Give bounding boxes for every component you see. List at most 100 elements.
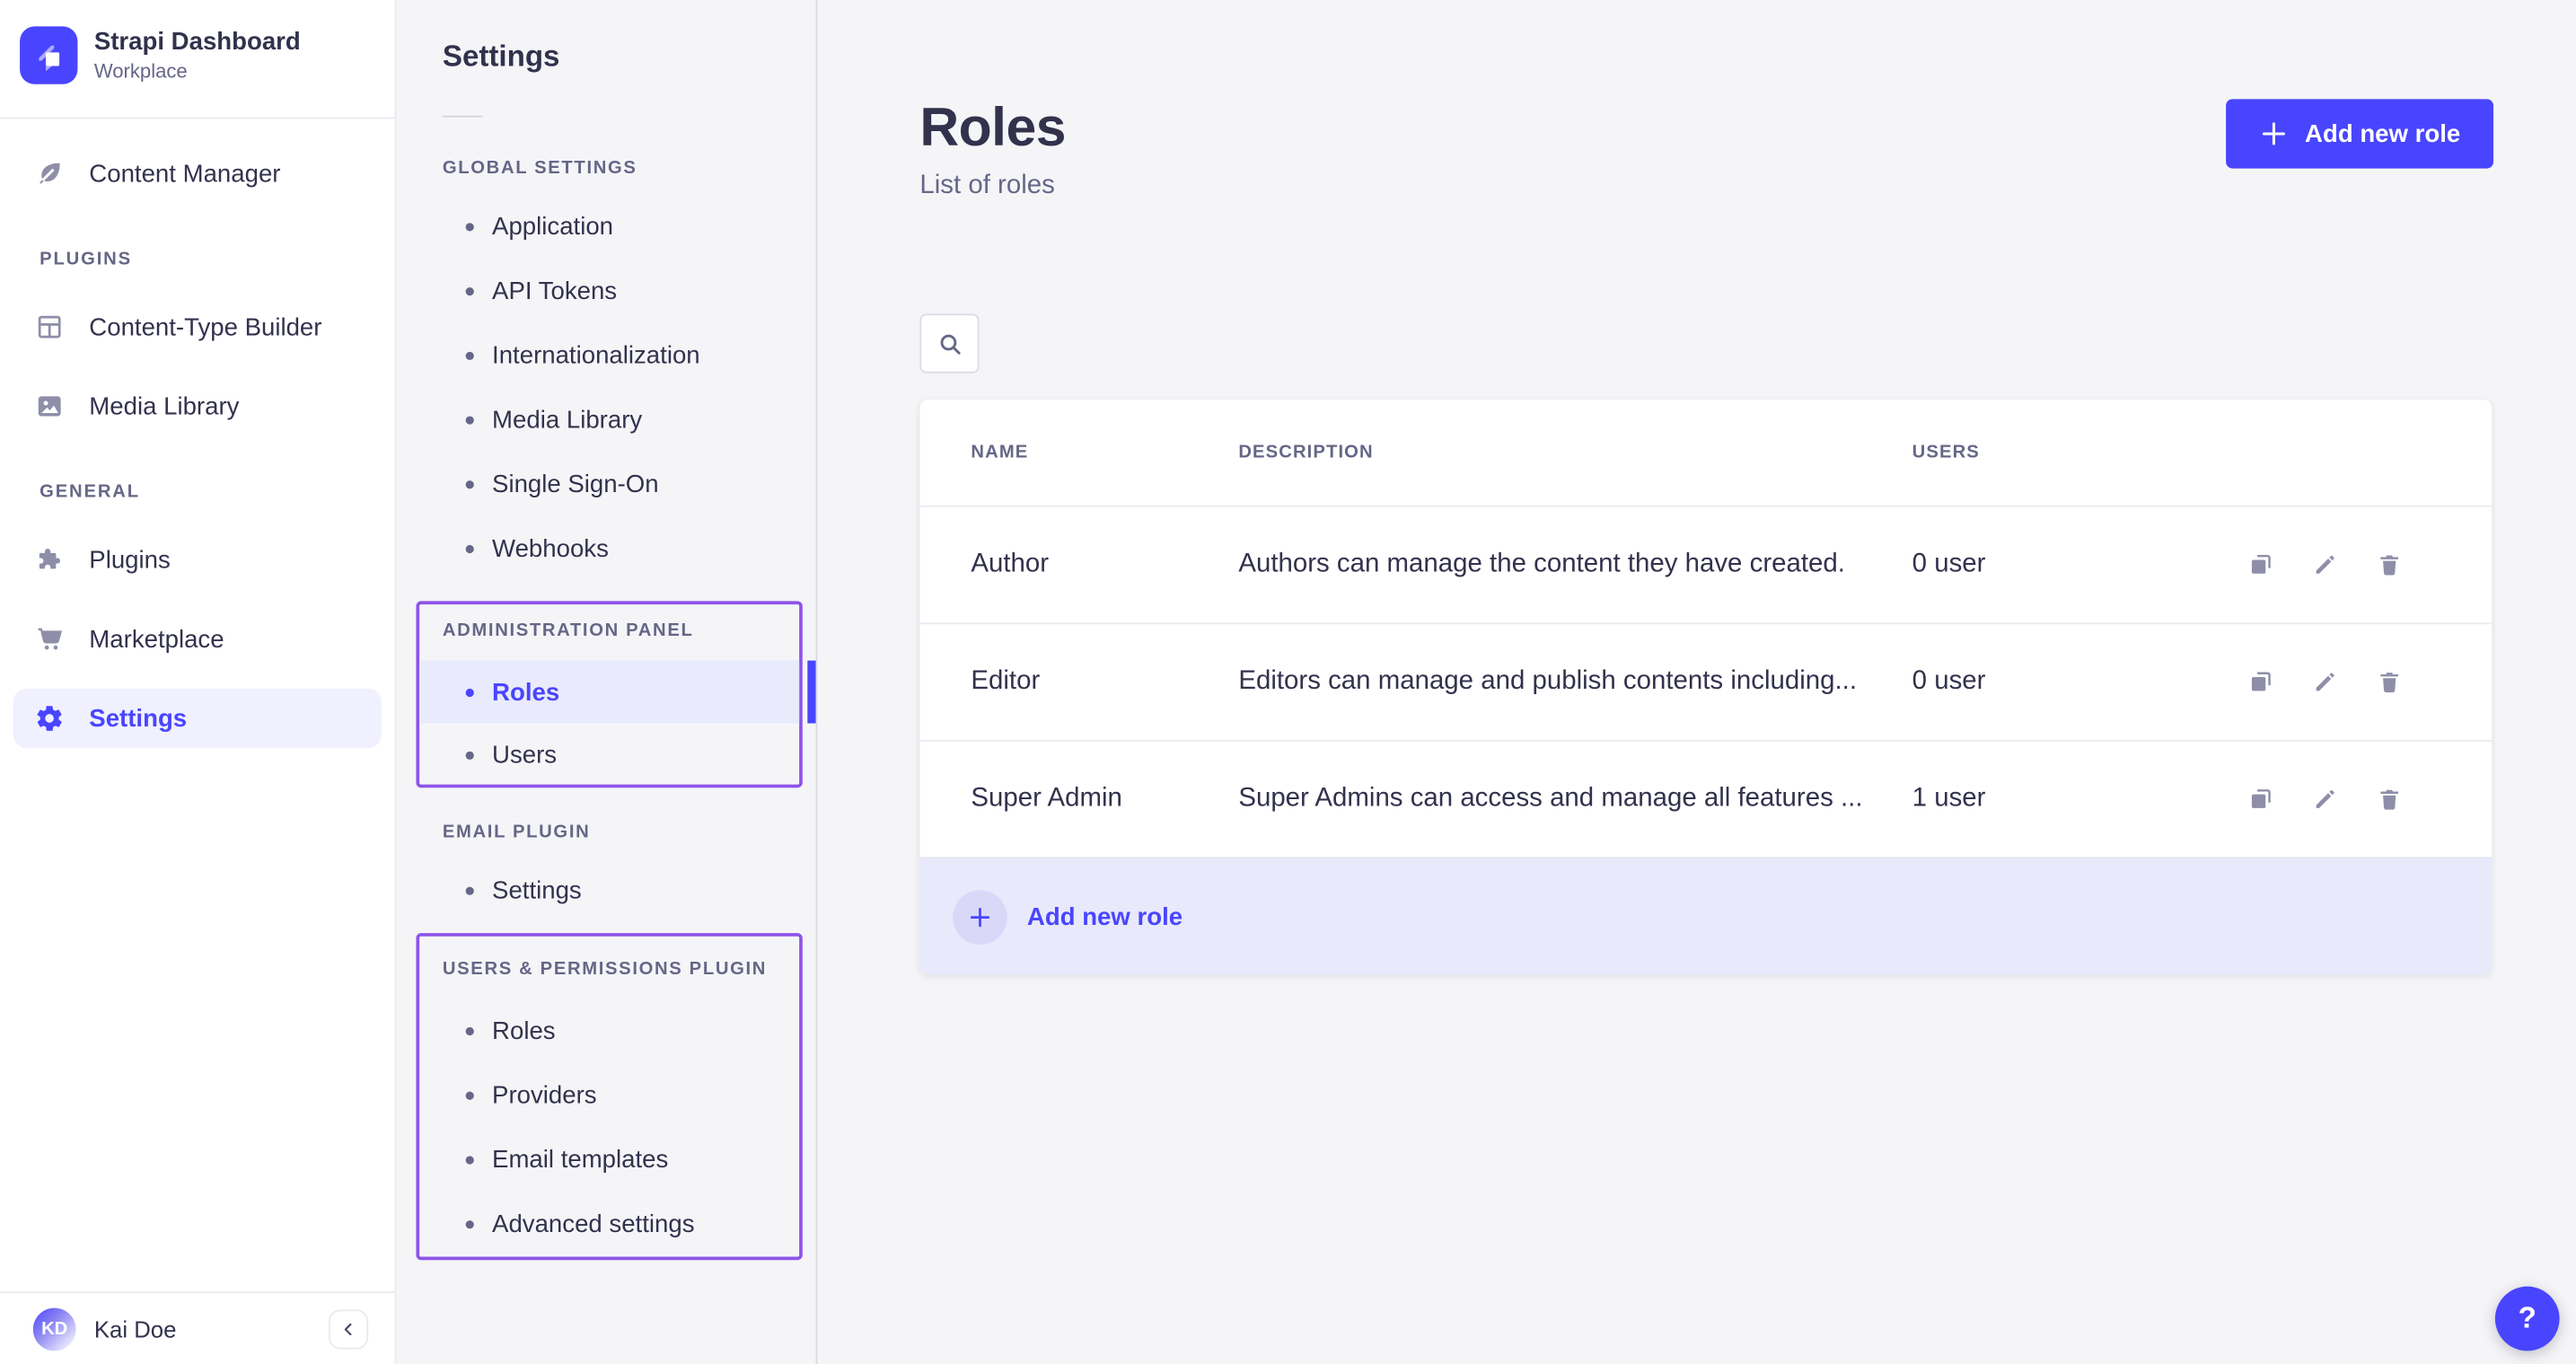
nav-item-label: Plugins bbox=[89, 546, 170, 574]
role-users-count: 1 user bbox=[1912, 785, 2247, 814]
nav-item-plugins[interactable]: Plugins bbox=[0, 530, 395, 589]
nav-item-content-manager[interactable]: Content Manager bbox=[0, 144, 395, 203]
edit-button[interactable] bbox=[2312, 551, 2338, 577]
column-header-users: USERS bbox=[1912, 443, 2403, 462]
sidebar-footer: KD Kai Doe bbox=[0, 1291, 395, 1364]
nav-section-plugins: PLUGINS bbox=[0, 250, 395, 271]
table-row-super-admin[interactable]: Super Admin Super Admins can access and … bbox=[919, 740, 2492, 858]
subnav-item-users[interactable]: Users bbox=[419, 724, 799, 787]
chevron-left-icon bbox=[338, 1319, 358, 1339]
active-nav-indicator bbox=[807, 661, 815, 724]
role-users-count: 0 user bbox=[1912, 667, 2247, 697]
role-description: Super Admins can access and manage all f… bbox=[1238, 785, 1912, 814]
bullet-icon bbox=[466, 416, 474, 424]
edit-button[interactable] bbox=[2312, 786, 2338, 812]
bullet-icon bbox=[466, 1220, 474, 1228]
bullet-icon bbox=[466, 480, 474, 488]
duplicate-button[interactable] bbox=[2247, 669, 2273, 695]
table-row-editor[interactable]: Editor Editors can manage and publish co… bbox=[919, 622, 2492, 740]
page-title: Roles bbox=[919, 96, 1066, 159]
nav-item-marketplace[interactable]: Marketplace bbox=[0, 610, 395, 669]
bullet-icon bbox=[466, 352, 474, 360]
section-label: GLOBAL SETTINGS bbox=[396, 159, 815, 180]
nav-item-content-type-builder[interactable]: Content-Type Builder bbox=[0, 297, 395, 356]
subnav-item-internationalization[interactable]: Internationalization bbox=[396, 323, 815, 388]
image-icon bbox=[35, 392, 65, 421]
delete-button[interactable] bbox=[2376, 551, 2402, 577]
subnav-item-single-sign-on[interactable]: Single Sign-On bbox=[396, 453, 815, 517]
main-content: Roles List of roles Add new role bbox=[819, 0, 2576, 1364]
bullet-icon bbox=[466, 223, 474, 231]
workspace-header[interactable]: Strapi Dashboard Workplace bbox=[0, 0, 395, 119]
plus-icon bbox=[2259, 119, 2289, 148]
nav-item-label: Content-Type Builder bbox=[89, 313, 321, 341]
bullet-icon bbox=[466, 545, 474, 553]
collapse-sidebar-button[interactable] bbox=[329, 1308, 368, 1348]
duplicate-button[interactable] bbox=[2247, 551, 2273, 577]
search-icon bbox=[936, 330, 963, 357]
puzzle-icon bbox=[35, 545, 65, 575]
subnav-item-email-templates[interactable]: Email templates bbox=[419, 1128, 799, 1192]
column-header-description: DESCRIPTION bbox=[1238, 443, 1912, 462]
delete-button[interactable] bbox=[2376, 669, 2402, 695]
nav-item-settings[interactable]: Settings bbox=[13, 689, 382, 748]
section-email-plugin: EMAIL PLUGIN Settings bbox=[396, 823, 815, 923]
nav-section-general: GENERAL bbox=[0, 482, 395, 504]
add-new-role-label: Add new role bbox=[1027, 902, 1182, 930]
column-header-name: NAME bbox=[971, 443, 1238, 462]
main-sidebar: Strapi Dashboard Workplace Content Manag… bbox=[0, 0, 396, 1364]
cart-icon bbox=[35, 624, 65, 654]
help-button[interactable]: ? bbox=[2495, 1287, 2560, 1351]
layout-icon bbox=[35, 312, 65, 342]
edit-button[interactable] bbox=[2312, 669, 2338, 695]
subnav-item-advanced-settings[interactable]: Advanced settings bbox=[419, 1192, 799, 1257]
table-footer-add-role[interactable]: Add new role bbox=[919, 857, 2492, 974]
app-title: Strapi Dashboard bbox=[94, 28, 301, 56]
bullet-icon bbox=[466, 688, 474, 696]
workspace-name: Workplace bbox=[94, 59, 301, 83]
divider bbox=[443, 116, 482, 118]
add-new-role-button[interactable]: Add new role bbox=[2226, 99, 2493, 168]
subnav-item-application[interactable]: Application bbox=[396, 195, 815, 260]
annotation-box-users-permissions-plugin: USERS & PERMISSIONS PLUGIN Roles Provide… bbox=[416, 933, 802, 1260]
bullet-icon bbox=[466, 751, 474, 759]
role-name: Editor bbox=[971, 667, 1238, 697]
strapi-dashboard: Strapi Dashboard Workplace Content Manag… bbox=[0, 0, 2576, 1364]
strapi-logo-icon bbox=[20, 26, 77, 84]
duplicate-button[interactable] bbox=[2247, 786, 2273, 812]
section-label: USERS & PERMISSIONS PLUGIN bbox=[419, 960, 799, 981]
table-row-author[interactable]: Author Authors can manage the content th… bbox=[919, 506, 2492, 623]
subnav-item-roles[interactable]: Roles bbox=[419, 661, 799, 724]
nav-item-label: Content Manager bbox=[89, 159, 280, 187]
nav-item-label: Settings bbox=[89, 704, 187, 732]
user-name: Kai Doe bbox=[94, 1316, 177, 1342]
role-users-count: 0 user bbox=[1912, 550, 2247, 579]
subnav-item-providers[interactable]: Providers bbox=[419, 1063, 799, 1128]
page-subtitle: List of roles bbox=[919, 172, 1066, 201]
roles-table: NAME DESCRIPTION USERS Author Authors ca… bbox=[919, 400, 2492, 974]
search-button[interactable] bbox=[919, 313, 979, 373]
bullet-icon bbox=[466, 1092, 474, 1100]
nav-item-label: Marketplace bbox=[89, 625, 224, 653]
gear-icon bbox=[35, 703, 65, 733]
nav-item-media-library[interactable]: Media Library bbox=[0, 376, 395, 436]
plus-icon bbox=[953, 889, 1007, 944]
bullet-icon bbox=[466, 887, 474, 895]
page-header: Roles List of roles Add new role bbox=[819, 0, 2576, 201]
role-description: Authors can manage the content they have… bbox=[1238, 550, 1912, 579]
delete-button[interactable] bbox=[2376, 786, 2402, 812]
bullet-icon bbox=[466, 287, 474, 295]
subnav-item-media-library[interactable]: Media Library bbox=[396, 388, 815, 453]
subnav-item-webhooks[interactable]: Webhooks bbox=[396, 517, 815, 582]
settings-subnav: Settings GLOBAL SETTINGS Application API… bbox=[396, 0, 817, 1364]
bullet-icon bbox=[466, 1027, 474, 1035]
subnav-item-up-roles[interactable]: Roles bbox=[419, 999, 799, 1064]
subnav-item-api-tokens[interactable]: API Tokens bbox=[396, 260, 815, 324]
annotation-box-administration-panel: ADMINISTRATION PANEL Roles Users bbox=[416, 601, 802, 788]
avatar[interactable]: KD bbox=[33, 1307, 76, 1351]
subnav-item-email-settings[interactable]: Settings bbox=[396, 858, 815, 923]
role-description: Editors can manage and publish contents … bbox=[1238, 667, 1912, 697]
nav-item-label: Media Library bbox=[89, 392, 239, 420]
section-label: ADMINISTRATION PANEL bbox=[419, 621, 799, 643]
table-header: NAME DESCRIPTION USERS bbox=[919, 400, 2492, 506]
